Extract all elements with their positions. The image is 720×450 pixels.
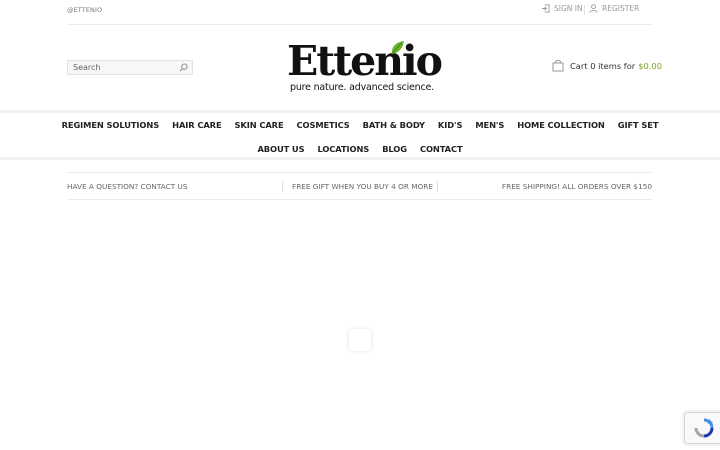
search-icon[interactable]: [179, 63, 188, 72]
nav-row-primary: REGIMEN SOLUTIONS HAIR CARE SKIN CARE CO…: [0, 120, 720, 130]
info-divider: [282, 181, 283, 192]
logo-wordmark: Ettenio: [287, 37, 443, 85]
nav-hair-care[interactable]: HAIR CARE: [172, 120, 222, 130]
header-divider: [67, 24, 652, 25]
cart-total: $0.00: [638, 60, 662, 71]
nav-gift-set[interactable]: GIFT SET: [618, 120, 659, 130]
nav-home-collection[interactable]: HOME COLLECTION: [517, 120, 605, 130]
loading-spinner: [349, 329, 371, 351]
user-icon: [589, 4, 598, 13]
shopping-bag-icon: [552, 59, 564, 72]
contact-question-link[interactable]: HAVE A QUESTION? CONTACT US: [67, 182, 187, 191]
nav-bath-body[interactable]: BATH & BODY: [363, 120, 425, 130]
sign-in-icon: [541, 4, 550, 13]
main-navigation: REGIMEN SOLUTIONS HAIR CARE SKIN CARE CO…: [0, 110, 720, 160]
nav-contact[interactable]: CONTACT: [420, 144, 463, 154]
nav-skin-care[interactable]: SKIN CARE: [235, 120, 284, 130]
top-bar: @ETTENIO SIGN IN REGISTER: [0, 0, 720, 24]
sign-in-label: SIGN IN: [554, 4, 583, 13]
nav-about-us[interactable]: ABOUT US: [257, 144, 304, 154]
leaf-icon: [391, 41, 404, 55]
search-input[interactable]: [68, 61, 176, 74]
site-logo[interactable]: Ettenio pure nature. advanced science.: [287, 38, 443, 96]
info-divider: [437, 181, 438, 192]
cart-summary[interactable]: Cart 0 items for $0.00: [552, 59, 662, 72]
social-handle[interactable]: @ETTENIO: [67, 6, 102, 14]
nav-kids[interactable]: KID'S: [438, 120, 463, 130]
free-gift-message: FREE GIFT WHEN YOU BUY 4 OR MORE: [292, 182, 433, 191]
cart-count: 0 items for: [590, 60, 636, 71]
recaptcha-icon: [694, 418, 714, 438]
register-label: REGISTER: [602, 4, 640, 13]
logo-tagline: pure nature. advanced science.: [290, 82, 434, 93]
nav-mens[interactable]: MEN'S: [475, 120, 504, 130]
search-box: [67, 60, 193, 75]
sign-in-link[interactable]: SIGN IN: [541, 4, 583, 13]
nav-blog[interactable]: BLOG: [382, 144, 407, 154]
cart-label: Cart: [570, 60, 588, 71]
recaptcha-badge[interactable]: [684, 412, 720, 444]
promo-info-bar: HAVE A QUESTION? CONTACT US FREE GIFT WH…: [67, 172, 652, 200]
nav-regimen-solutions[interactable]: REGIMEN SOLUTIONS: [62, 120, 160, 130]
nav-locations[interactable]: LOCATIONS: [317, 144, 369, 154]
nav-cosmetics[interactable]: COSMETICS: [297, 120, 350, 130]
register-link[interactable]: REGISTER: [589, 4, 639, 13]
auth-divider: [584, 5, 585, 15]
nav-row-secondary: ABOUT US LOCATIONS BLOG CONTACT: [0, 144, 720, 154]
free-shipping-message: FREE SHIPPING! ALL ORDERS OVER $150: [501, 182, 652, 191]
